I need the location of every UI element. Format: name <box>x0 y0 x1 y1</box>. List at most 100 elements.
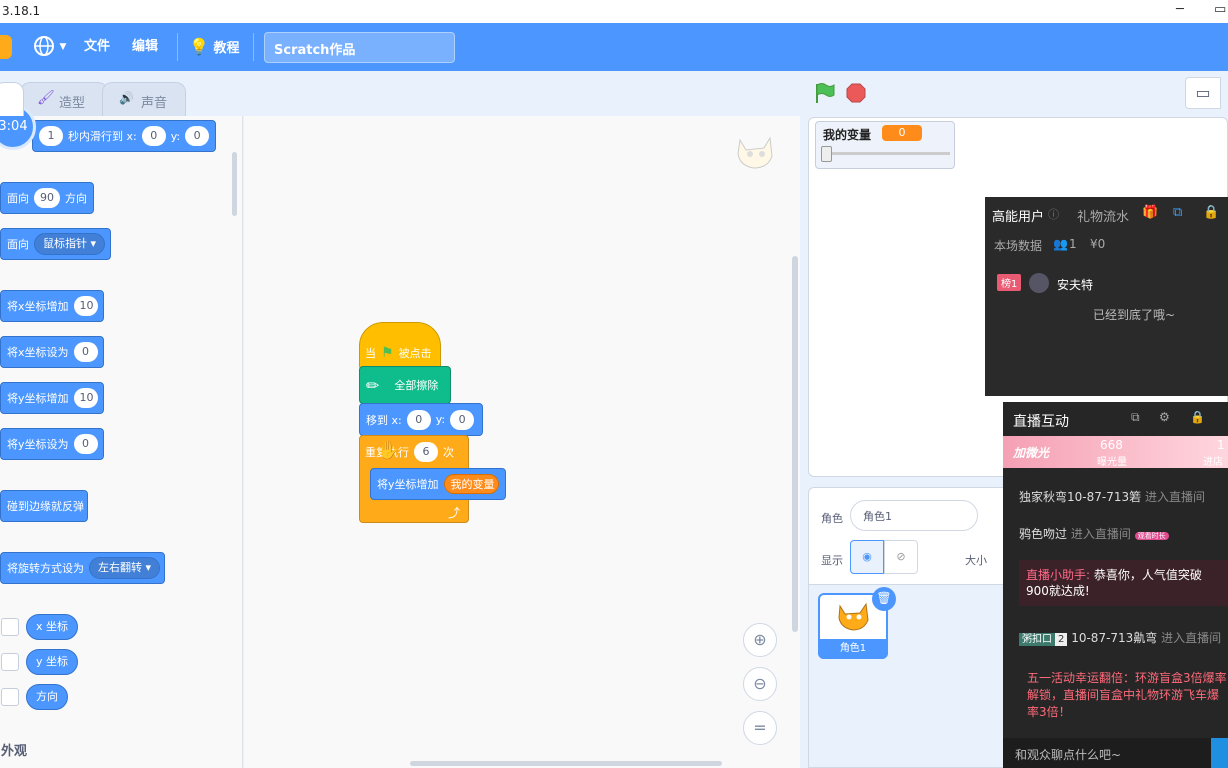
pen-icon: ✏ <box>366 375 380 395</box>
direction-checkbox[interactable] <box>1 688 19 706</box>
code-workspace[interactable]: 当 ⚑ 被点击 ✏ 全部擦除 移到 x: 0 y: 0 重复执行 6 次 将y坐… <box>244 116 800 768</box>
popout-icon[interactable]: ⧉ <box>1131 410 1140 425</box>
goto-y-input[interactable]: 0 <box>450 409 475 430</box>
store-visits-count: 1 <box>1217 438 1225 452</box>
change-y-block[interactable]: 将y坐标增加 10 <box>0 382 104 414</box>
popout-icon[interactable]: ⧉ <box>1173 205 1182 220</box>
globe-icon <box>34 35 54 56</box>
zoom-out-button[interactable]: ⊖ <box>743 667 777 701</box>
sprite-name-input[interactable]: 角色1 <box>850 500 978 531</box>
lightbulb-icon: 💡 <box>189 37 209 56</box>
help-icon[interactable]: ⓘ <box>1048 206 1059 222</box>
avatar[interactable] <box>1029 273 1049 293</box>
glide-y-input[interactable]: 0 <box>185 126 210 146</box>
direction-reporter[interactable]: 方向 <box>26 684 68 710</box>
sprite-name-label: 角色 <box>821 512 843 525</box>
set-y-block[interactable]: 将y坐标设为 0 <box>0 428 104 460</box>
chevron-down-icon: ▼ <box>59 42 67 52</box>
change-x-block[interactable]: 将x坐标增加 10 <box>0 290 104 322</box>
window-titlebar: 3.18.1 ─ ▭ <box>0 0 1228 23</box>
scratch-logo-icon[interactable] <box>0 35 12 59</box>
tutorial-menu[interactable]: 💡 教程 <box>189 23 239 71</box>
point-in-direction-block[interactable]: 面向 90 方向 <box>0 182 94 214</box>
tab-high-energy-users[interactable]: 高能用户 <box>992 206 1044 225</box>
chat-user[interactable]: 独家秋弯10-87-713箬 <box>1019 490 1141 504</box>
exposure-banner[interactable]: 加微光 668 曝光量 1 进店 <box>1003 436 1228 468</box>
point-towards-block[interactable]: 面向 鼠标指针 ▾ <box>0 228 111 260</box>
change-x-label: 将x坐标增加 <box>7 300 69 313</box>
go-to-xy-block[interactable]: 移到 x: 0 y: 0 <box>359 403 483 436</box>
loop-arrow-icon: ⤴ <box>448 506 461 520</box>
variable-reporter[interactable]: 我的变量 <box>443 474 499 494</box>
delete-sprite-icon[interactable]: 🗑 <box>872 587 896 611</box>
fan-level: 2 <box>1055 633 1068 646</box>
y-position-checkbox[interactable] <box>1 653 19 671</box>
chat-user[interactable]: 鸦色吻过 <box>1019 527 1067 541</box>
glide-to-xy-block[interactable]: 1 秒内滑行到 x: 0 y: 0 <box>32 120 216 152</box>
sprite-tile[interactable]: 角色1 🗑 <box>818 587 896 659</box>
sprite-cat-icon <box>734 132 778 172</box>
hide-sprite-eye-icon[interactable]: ⊘ <box>884 540 918 574</box>
tab-gift-stream[interactable]: 礼物流水 <box>1077 206 1129 225</box>
tab-code[interactable] <box>0 82 24 116</box>
zoom-in-button[interactable]: ⊕ <box>743 623 777 657</box>
looks-category-heading: 外观 <box>1 744 28 759</box>
chat-action: 进入直播间 <box>1070 527 1131 541</box>
project-title-input[interactable]: Scratch作品 <box>264 32 455 63</box>
zoom-reset-button[interactable]: = <box>743 711 777 745</box>
x-position-checkbox[interactable] <box>1 618 19 636</box>
change-y-input[interactable]: 10 <box>73 388 98 408</box>
lock-icon[interactable]: 🔒 <box>1203 205 1219 220</box>
glide-y-label: y: <box>170 129 181 143</box>
glide-x-input[interactable]: 0 <box>141 126 166 146</box>
goto-x-input[interactable]: 0 <box>406 409 431 430</box>
session-stats-label: 本场数据 <box>994 239 1043 253</box>
cat-sprite-icon <box>838 602 869 631</box>
hat-clicked-label: 被点击 <box>398 347 432 360</box>
chat-input[interactable]: 和观众聊点什么吧~ <box>1003 738 1211 768</box>
set-x-block[interactable]: 将x坐标设为 0 <box>0 336 104 368</box>
code-vertical-scrollbar[interactable] <box>792 256 798 632</box>
bounce-on-edge-block[interactable]: 碰到边缘就反弹 <box>0 490 88 522</box>
small-stage-button[interactable]: ▭ <box>1185 77 1221 109</box>
chat-action: 进入直播间 <box>1144 490 1205 504</box>
stop-button[interactable] <box>846 83 866 103</box>
glide-secs-input[interactable]: 1 <box>39 126 63 146</box>
tab-costumes[interactable]: 🖌 造型 <box>20 82 108 116</box>
block-palette[interactable]: 1 秒内滑行到 x: 0 y: 0 面向 90 方向 面向 鼠标指针 ▾ 将x坐… <box>0 116 243 768</box>
menu-bar: ▼ 文件 编辑 💡 教程 Scratch作品 <box>0 23 1228 71</box>
change-x-input[interactable]: 10 <box>73 296 98 316</box>
minimize-button[interactable]: ─ <box>1176 2 1184 17</box>
pen-clear-block[interactable]: ✏ 全部擦除 <box>359 366 451 404</box>
promo-message: 五一活动幸运翻倍：环游盲盒3倍爆率解锁，直播间盲盒中礼物环游飞车爆率3倍！ <box>1027 671 1227 719</box>
size-label: 大小 <box>965 554 987 567</box>
set-rotation-style-block[interactable]: 将旋转方式设为 左右翻转 ▾ <box>0 552 165 584</box>
goto-label: 移到 x: <box>366 413 402 427</box>
green-flag-button[interactable] <box>814 82 836 104</box>
tab-sounds[interactable]: 🔊 声音 <box>102 82 186 116</box>
chat-user[interactable]: 10-87-713鼽弯 <box>1071 631 1157 645</box>
set-x-input[interactable]: 0 <box>73 342 98 362</box>
lock-icon[interactable]: 🔒 <box>1190 410 1205 424</box>
send-button[interactable] <box>1211 738 1228 768</box>
show-sprite-eye-icon[interactable]: ◉ <box>850 540 884 574</box>
y-position-reporter[interactable]: y 坐标 <box>26 649 79 675</box>
settings-icon[interactable]: ⚙ <box>1159 410 1170 424</box>
set-y-input[interactable]: 0 <box>73 434 98 454</box>
repeat-count-input[interactable]: 6 <box>414 442 438 462</box>
point-towards-dropdown[interactable]: 鼠标指针 ▾ <box>34 233 106 255</box>
code-horizontal-scrollbar[interactable] <box>410 761 722 766</box>
palette-scrollbar[interactable] <box>232 152 237 216</box>
gift-icon[interactable]: 🎁 <box>1142 205 1158 220</box>
file-menu[interactable]: 文件 <box>84 23 110 71</box>
language-menu[interactable]: ▼ <box>33 23 66 71</box>
change-y-by-variable-block[interactable]: 将y坐标增加 我的变量 <box>370 468 506 500</box>
rotation-dropdown[interactable]: 左右翻转 ▾ <box>89 557 161 579</box>
chat-message: 粥扣口 2 10-87-713鼽弯 进入直播间 <box>1019 629 1221 646</box>
edit-menu[interactable]: 编辑 <box>132 23 158 71</box>
top-user-name[interactable]: 安夫特 <box>1057 276 1093 293</box>
x-position-reporter[interactable]: x 坐标 <box>26 614 79 640</box>
direction-input[interactable]: 90 <box>34 188 60 208</box>
restore-button[interactable]: ▭ <box>1214 2 1226 17</box>
variable-slider-handle[interactable] <box>821 146 832 162</box>
